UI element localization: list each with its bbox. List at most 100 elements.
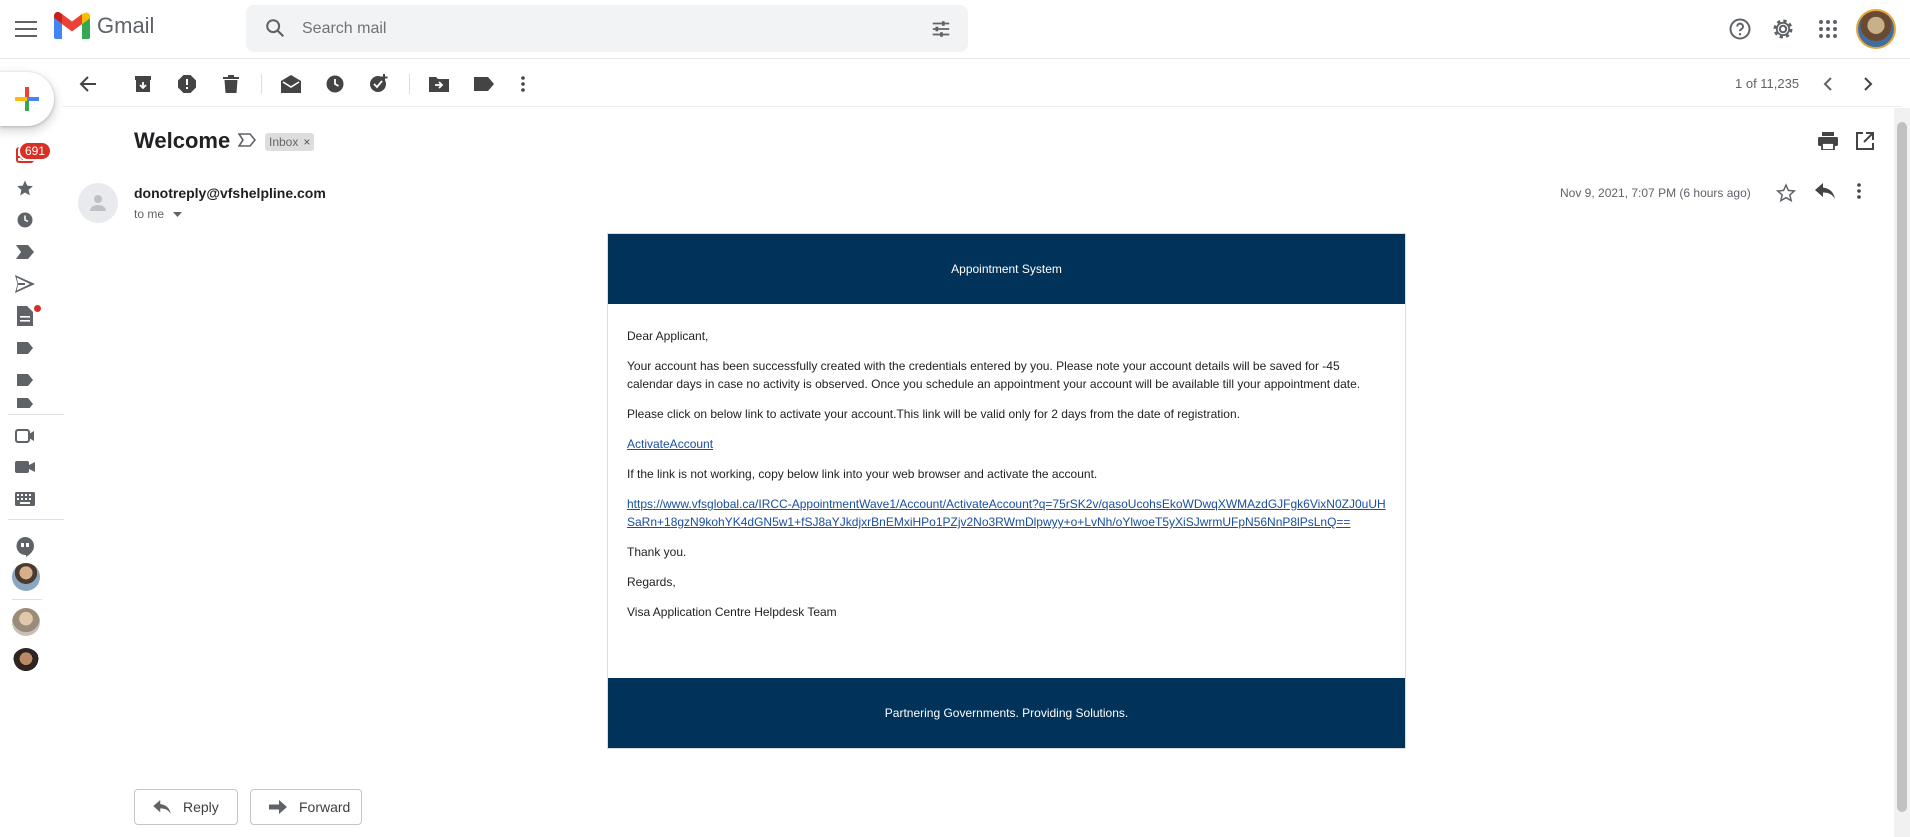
recipient-details[interactable]: to me: [134, 207, 183, 221]
rail-snoozed[interactable]: [14, 209, 36, 231]
email-content: Dear Applicant, Your account has been su…: [608, 304, 1405, 621]
label-chip-text: Inbox: [269, 135, 299, 149]
rail-starred[interactable]: [14, 177, 36, 199]
spam-icon: [178, 75, 196, 93]
open-in-new-window-icon[interactable]: [1856, 132, 1874, 150]
remove-label-icon[interactable]: ×: [303, 135, 310, 149]
email-header-title: Appointment System: [951, 262, 1062, 276]
activation-url-link[interactable]: https://www.vfsglobal.ca/IRCC-Appointmen…: [627, 497, 1386, 529]
hamburger-icon: [15, 21, 37, 37]
contact-avatar[interactable]: [12, 608, 40, 636]
rail-divider: [8, 414, 64, 415]
message-date: Nov 9, 2021, 7:07 PM (6 hours ago): [1560, 186, 1751, 200]
email-footer-text: Partnering Governments. Providing Soluti…: [884, 706, 1129, 720]
arrow-back-icon: [79, 76, 96, 92]
rail-meet-join[interactable]: [14, 456, 36, 478]
more-actions-button[interactable]: [510, 71, 536, 97]
toolbar-divider: [261, 74, 262, 94]
top-bar: Gmail: [0, 0, 1910, 59]
delete-button[interactable]: [218, 71, 244, 97]
sender-email[interactable]: donotreply@vfshelpline.com: [134, 185, 326, 201]
gear-icon: [1773, 19, 1793, 39]
support-button[interactable]: [1727, 16, 1753, 42]
greeting: Dear Applicant,: [627, 329, 709, 343]
reply-button[interactable]: Reply: [134, 789, 238, 825]
rail-keyboard[interactable]: [14, 488, 36, 510]
report-spam-button[interactable]: [174, 71, 200, 97]
message-toolbar: 1 of 11,235: [62, 61, 1902, 107]
move-to-button[interactable]: [426, 71, 452, 97]
forward-button[interactable]: Forward: [250, 789, 362, 825]
rail-meet-new[interactable]: [14, 425, 36, 447]
contact-avatar[interactable]: [12, 563, 40, 591]
rail-label-3[interactable]: [14, 398, 36, 408]
move-to-folder-icon: [429, 77, 449, 92]
search-bar[interactable]: [246, 5, 968, 52]
apps-grid-icon: [1819, 20, 1837, 38]
account-avatar[interactable]: [1856, 9, 1896, 49]
newer-button[interactable]: [1815, 71, 1841, 97]
rail-drafts[interactable]: [14, 305, 36, 327]
regards-text: Regards,: [627, 575, 676, 589]
search-icon[interactable]: [264, 17, 286, 39]
drafts-indicator-dot: [34, 305, 41, 312]
unread-count-badge: 691: [18, 141, 53, 161]
print-icon[interactable]: [1818, 132, 1838, 150]
apps-button[interactable]: [1815, 16, 1841, 42]
email-body: Appointment System Dear Applicant, Your …: [607, 233, 1406, 749]
message-subject: Welcome: [134, 128, 231, 153]
clock-icon: [326, 75, 344, 93]
label-icon: [474, 77, 494, 91]
compose-button[interactable]: [0, 72, 54, 126]
inbox-label-chip[interactable]: Inbox ×: [265, 133, 315, 151]
forward-label: Forward: [299, 799, 351, 815]
clock-icon: [17, 212, 33, 228]
search-options-icon[interactable]: [930, 18, 952, 40]
main-menu-button[interactable]: [10, 13, 42, 45]
labels-button[interactable]: [471, 71, 497, 97]
rail-label-1[interactable]: [14, 337, 36, 359]
search-input[interactable]: [302, 5, 902, 52]
label-icon: [17, 374, 33, 386]
more-vert-icon[interactable]: [1857, 183, 1861, 199]
rail-hangouts[interactable]: [14, 536, 36, 558]
add-task-button[interactable]: [366, 71, 392, 97]
keyboard-icon: [15, 492, 35, 506]
toolbar-divider: [409, 74, 410, 94]
activate-account-link[interactable]: ActivateAccount: [627, 437, 713, 451]
back-button[interactable]: [75, 71, 101, 97]
add-task-icon: [370, 74, 388, 92]
rail-label-2[interactable]: [14, 369, 36, 391]
settings-button[interactable]: [1770, 16, 1796, 42]
sender-avatar[interactable]: [78, 183, 118, 223]
star-outline-icon[interactable]: [1776, 183, 1796, 203]
thanks-text: Thank you.: [627, 545, 687, 559]
caret-down-icon[interactable]: [173, 212, 183, 218]
label-icon: [17, 398, 33, 408]
importance-marker-icon[interactable]: [238, 133, 256, 147]
body-paragraph: Your account has been successfully creat…: [627, 359, 1361, 391]
reply-icon[interactable]: [1815, 183, 1835, 199]
mark-unread-button[interactable]: [278, 71, 304, 97]
video-outline-icon: [15, 429, 34, 443]
star-icon: [17, 180, 33, 196]
more-vert-icon: [521, 76, 525, 92]
body-paragraph: If the link is not working, copy below l…: [627, 467, 1098, 481]
rail-important[interactable]: [14, 241, 36, 263]
rail-sent[interactable]: [14, 273, 36, 295]
rail-divider: [12, 599, 42, 600]
page-scrollbar[interactable]: [1894, 108, 1910, 837]
pager-count: 1 of 11,235: [1735, 76, 1800, 91]
older-button[interactable]: [1855, 71, 1881, 97]
gmail-logo[interactable]: Gmail: [54, 12, 154, 39]
activate-link-row: ActivateAccount: [627, 435, 1386, 453]
contact-avatar[interactable]: [12, 648, 40, 676]
app-name: Gmail: [97, 12, 155, 38]
archive-button[interactable]: [130, 71, 156, 97]
scrollbar-thumb[interactable]: [1897, 122, 1907, 812]
gmail-m-icon: [54, 12, 90, 39]
chevron-right-icon: [1864, 77, 1873, 91]
snooze-button[interactable]: [322, 71, 348, 97]
chat-bubble-icon: [16, 537, 34, 557]
archive-icon: [135, 76, 151, 92]
